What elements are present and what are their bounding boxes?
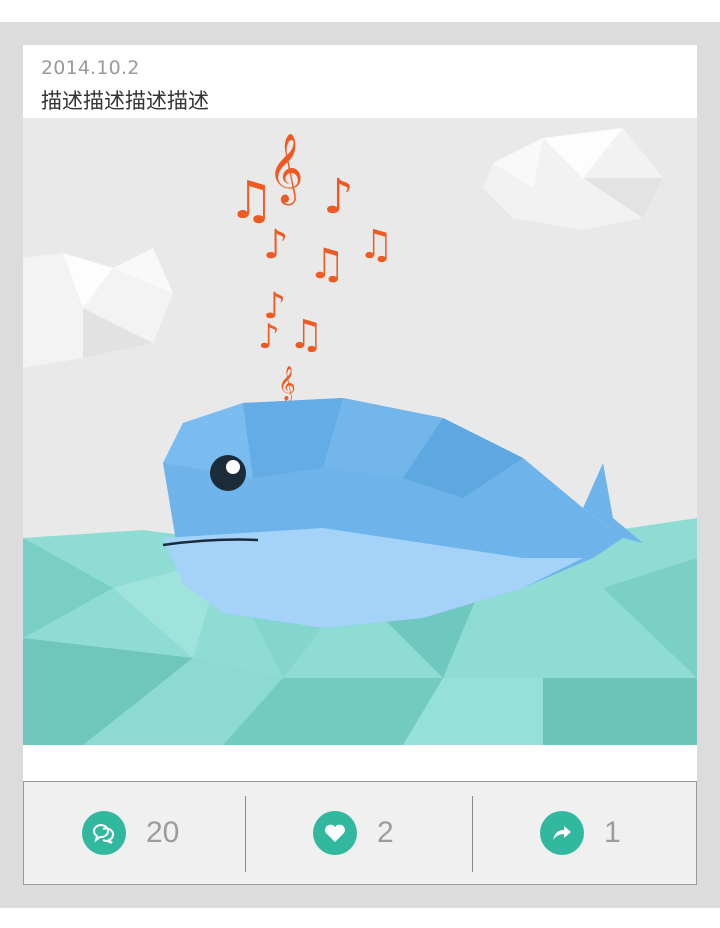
- comments-count: 20: [146, 816, 180, 849]
- comment-icon: [82, 811, 126, 855]
- divider: [245, 796, 246, 872]
- post-image[interactable]: 𝄞 ♫ ♪ ♫ ♪ ♫ ♪ ♫ ♪ 𝄞: [23, 118, 697, 745]
- svg-text:♫: ♫: [358, 222, 394, 268]
- heart-icon: [313, 811, 357, 855]
- share-action[interactable]: 1: [540, 782, 621, 884]
- shares-count: 1: [604, 816, 621, 849]
- share-icon: [540, 811, 584, 855]
- likes-count: 2: [377, 816, 394, 849]
- divider: [472, 796, 473, 872]
- like-action[interactable]: 2: [313, 782, 394, 884]
- post-actions-bar: 20 2 1: [23, 781, 697, 885]
- comments-action[interactable]: 20: [82, 782, 179, 884]
- svg-text:♪: ♪: [258, 317, 280, 357]
- svg-text:♫: ♫: [288, 312, 324, 358]
- post-date: 2014.10.2: [41, 57, 140, 79]
- svg-text:♪: ♪: [263, 222, 289, 268]
- whale-illustration: 𝄞 ♫ ♪ ♫ ♪ ♫ ♪ ♫ ♪ 𝄞: [23, 118, 697, 745]
- post-header: 2014.10.2 描述描述描述描述: [23, 45, 697, 118]
- svg-text:𝄞: 𝄞: [278, 366, 296, 402]
- svg-text:♫: ♫: [308, 239, 346, 288]
- post-card: 2014.10.2 描述描述描述描述 𝄞 ♫ ♪ ♫ ♪ ♫ ♪ ♫ ♪ 𝄞 2…: [23, 45, 697, 885]
- post-description: 描述描述描述描述: [41, 89, 209, 113]
- svg-text:♪: ♪: [323, 169, 354, 225]
